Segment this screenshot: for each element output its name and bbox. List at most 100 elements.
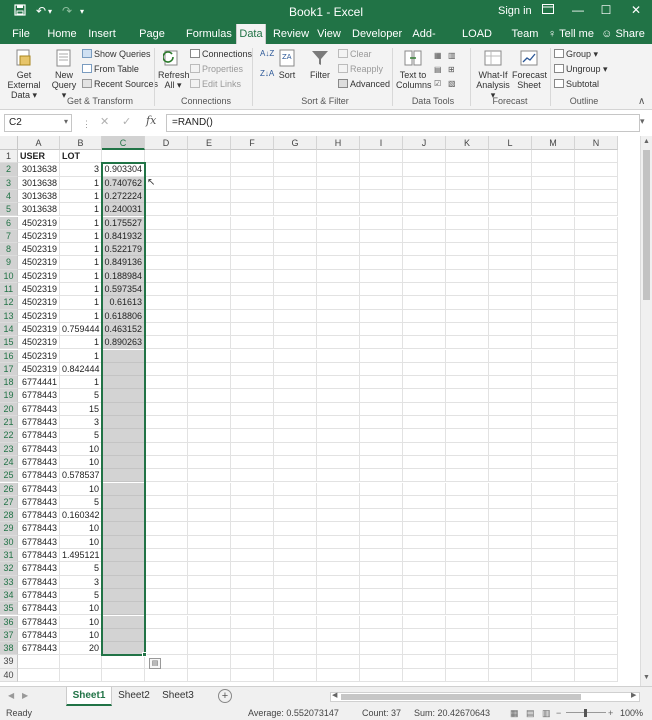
table-cell[interactable] [274,309,317,323]
table-cell[interactable]: 6778443 [18,602,60,616]
table-cell[interactable] [231,615,274,629]
table-cell[interactable] [360,203,403,217]
table-cell[interactable] [231,668,274,682]
table-cell[interactable] [102,535,145,549]
column-header-i[interactable]: I [360,136,403,150]
table-cell[interactable]: 10 [60,535,102,549]
row-header[interactable]: 32 [0,562,18,576]
table-cell[interactable]: 4502319 [18,243,60,257]
sort-button[interactable]: ZA Sort [276,48,298,80]
table-cell[interactable] [446,389,489,403]
table-cell[interactable] [317,309,360,323]
table-cell[interactable] [231,256,274,270]
table-cell[interactable]: 10 [60,442,102,456]
table-cell[interactable] [188,615,231,629]
table-cell[interactable] [145,482,188,496]
table-cell[interactable] [489,615,532,629]
table-cell[interactable]: 0.188984 [102,269,145,283]
table-cell[interactable] [489,509,532,523]
table-cell[interactable] [489,269,532,283]
row-header[interactable]: 20 [0,402,18,416]
table-cell[interactable] [274,482,317,496]
table-cell[interactable] [446,402,489,416]
table-cell[interactable] [317,216,360,230]
table-cell[interactable] [188,535,231,549]
table-cell[interactable] [575,455,618,470]
table-cell[interactable] [145,469,188,483]
tab-add-ins[interactable]: Add-ins [406,24,442,60]
table-cell[interactable] [532,416,575,430]
table-cell[interactable] [446,615,489,629]
table-cell[interactable] [575,469,618,483]
cancel-entry-icon[interactable]: ✕ [100,115,109,128]
table-cell[interactable]: 1 [60,283,102,297]
ribbon-display-icon[interactable] [538,3,558,17]
chevron-down-icon[interactable]: ▾ [64,117,68,126]
table-cell[interactable] [403,336,446,350]
table-cell[interactable] [575,389,618,403]
table-cell[interactable] [446,668,489,682]
table-cell[interactable] [188,176,231,190]
table-cell[interactable] [145,615,188,629]
insert-function-icon[interactable]: fx [146,114,156,127]
table-cell[interactable] [446,322,489,337]
text-to-columns-button[interactable]: Text to Columns [396,48,432,90]
forecast-sheet-button[interactable]: Forecast Sheet [512,48,547,90]
table-cell[interactable] [403,203,446,217]
table-cell[interactable] [317,562,360,576]
table-cell[interactable] [403,495,446,510]
table-cell[interactable] [446,416,489,430]
table-cell[interactable] [360,522,403,536]
table-cell[interactable]: 1 [60,376,102,390]
table-cell[interactable] [532,309,575,323]
properties-button[interactable]: Properties [190,63,243,75]
table-cell[interactable] [145,163,188,177]
table-cell[interactable] [145,203,188,217]
table-cell[interactable] [489,495,532,510]
table-cell[interactable] [317,549,360,563]
sheet-tab-sheet3[interactable]: Sheet3 [156,687,200,706]
table-cell[interactable] [575,362,618,377]
table-cell[interactable] [403,309,446,323]
refresh-all-button[interactable]: Refresh All ▾ [158,48,190,90]
row-header[interactable]: 11 [0,283,18,297]
table-cell[interactable] [274,469,317,483]
table-cell[interactable] [575,189,618,204]
table-cell[interactable] [532,549,575,563]
table-cell[interactable] [145,668,188,682]
table-cell[interactable] [360,628,403,643]
table-cell[interactable] [145,349,188,363]
table-cell[interactable] [274,336,317,350]
table-cell[interactable] [317,442,360,456]
table-cell[interactable] [489,628,532,643]
table-cell[interactable] [231,216,274,230]
what-if-analysis-button[interactable]: What-If Analysis ▾ [474,48,512,100]
table-cell[interactable] [231,655,274,669]
table-cell[interactable] [102,575,145,589]
table-cell[interactable] [532,349,575,363]
table-cell[interactable]: 5 [60,562,102,576]
table-cell[interactable] [360,216,403,230]
table-cell[interactable] [102,549,145,563]
table-cell[interactable] [489,549,532,563]
table-cell[interactable] [317,256,360,270]
table-cell[interactable] [489,189,532,204]
table-cell[interactable] [532,296,575,310]
table-cell[interactable] [188,349,231,363]
table-cell[interactable] [102,429,145,443]
table-cell[interactable] [489,442,532,456]
row-header[interactable]: 34 [0,588,18,603]
table-cell[interactable] [403,349,446,363]
table-cell[interactable] [489,455,532,470]
table-cell[interactable] [489,522,532,536]
table-cell[interactable] [231,243,274,257]
table-cell[interactable] [489,349,532,363]
table-cell[interactable]: 4502319 [18,349,60,363]
page-break-view-icon[interactable]: ▥ [542,708,551,719]
table-cell[interactable] [403,522,446,536]
table-cell[interactable]: 1 [60,216,102,230]
table-cell[interactable] [317,322,360,337]
collapse-ribbon-icon[interactable]: ∧ [638,96,645,107]
zoom-level[interactable]: 100% [620,708,643,718]
table-cell[interactable] [317,336,360,350]
